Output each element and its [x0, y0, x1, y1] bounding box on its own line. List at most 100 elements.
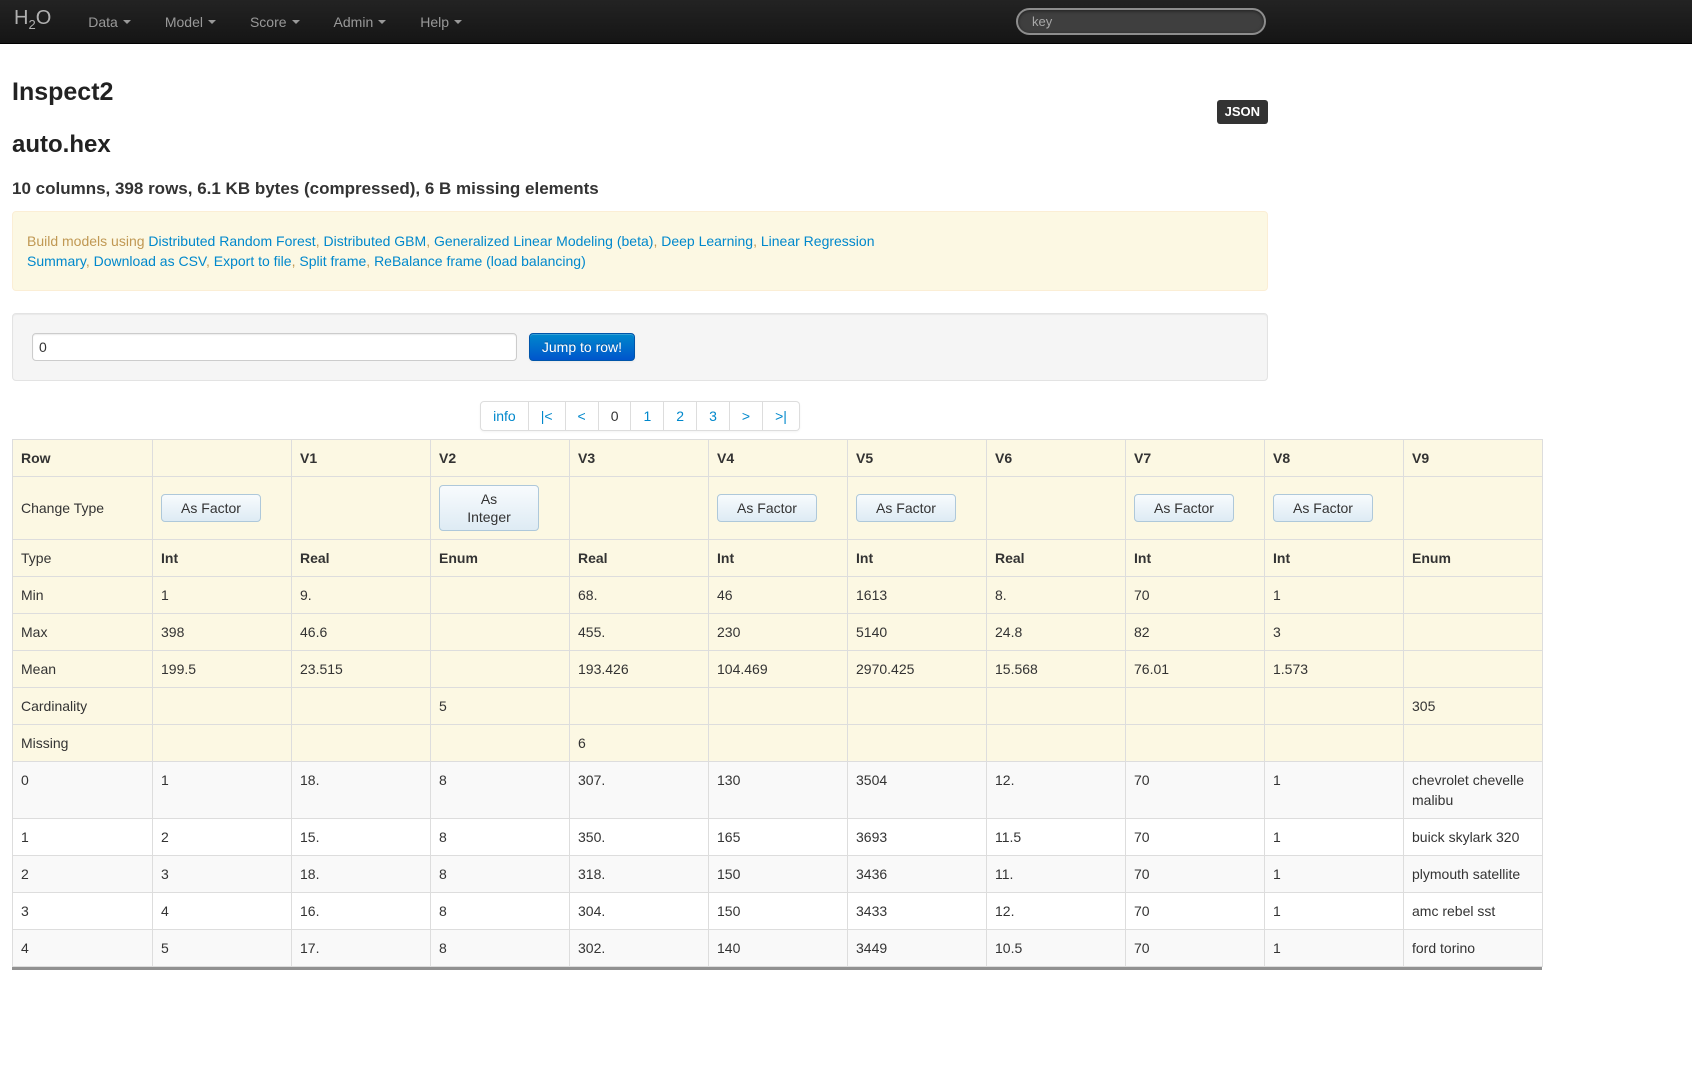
pagination-last[interactable]: >|: [763, 401, 800, 431]
stat-value: 46.6: [291, 613, 431, 651]
data-cell: 1: [1264, 855, 1404, 893]
column-header: V7: [1125, 439, 1265, 477]
stat-value: [1125, 724, 1265, 762]
top-navbar: H2O Data Model Score Admin Help: [0, 0, 1692, 44]
stat-row: Mean 199.5 23.515 193.426 104.469 2970.425 15.…: [12, 650, 1543, 688]
change-type-button[interactable]: As Factor: [856, 494, 956, 522]
frame-name: auto.hex: [12, 131, 111, 158]
row-index: 0: [12, 761, 153, 819]
stat-value: 9.: [291, 576, 431, 614]
pagination-item: <: [565, 401, 599, 431]
pagination-item: 2: [664, 401, 698, 431]
stat-value: 3: [1264, 613, 1404, 651]
build-model-link[interactable]: Generalized Linear Modeling (beta): [434, 233, 653, 249]
pagination-item: >|: [763, 401, 800, 431]
pagination-item: info: [480, 401, 529, 431]
change-type-button[interactable]: As Factor: [1134, 494, 1234, 522]
menu-item: Model: [148, 0, 233, 43]
data-cell: 1: [1264, 818, 1404, 856]
menu-item: Data: [71, 0, 148, 43]
menu-score[interactable]: Score: [233, 0, 317, 44]
stat-value: [1403, 576, 1543, 614]
build-model-link[interactable]: Distributed Random Forest: [148, 233, 315, 249]
stat-row: Missing 6: [12, 724, 1543, 762]
stat-value: 1613: [847, 576, 987, 614]
key-search-input[interactable]: [1016, 8, 1266, 35]
frame-action-link[interactable]: Download as CSV: [94, 253, 206, 269]
pagination-page-2[interactable]: 2: [664, 401, 698, 431]
change-type-cell: As Factor: [1264, 476, 1404, 540]
stat-label: Cardinality: [12, 687, 153, 725]
build-model-link[interactable]: Deep Learning: [661, 233, 753, 249]
frame-action-link[interactable]: Summary: [27, 253, 86, 269]
pagination-list: info |< <0 1 2 3 > >|: [480, 401, 800, 431]
pagination-item: |<: [528, 401, 566, 431]
frame-action-link[interactable]: Split frame: [299, 253, 366, 269]
jump-to-row-button[interactable]: Jump to row!: [528, 333, 636, 361]
frame-summary: 10 columns, 398 rows, 6.1 KB bytes (comp…: [12, 179, 599, 198]
pagination-page-0[interactable]: 0: [598, 401, 632, 431]
change-type-cell: As Integer: [430, 476, 570, 540]
data-cell: 4: [152, 892, 292, 930]
pagination-page-3[interactable]: 3: [697, 401, 730, 431]
change-type-button[interactable]: As Factor: [1273, 494, 1373, 522]
change-type-button[interactable]: As Factor: [717, 494, 817, 522]
stat-value: 1: [1264, 576, 1404, 614]
build-model-link[interactable]: Distributed GBM: [323, 233, 426, 249]
h2o-logo[interactable]: H2O: [14, 8, 51, 35]
table-row: 2 3 18. 8 318. 150 3436 11. 70 1 plymouth satellit…: [12, 855, 1543, 893]
stat-value: [708, 687, 848, 725]
caret-down-icon: [291, 20, 300, 24]
data-cell: 1: [1264, 892, 1404, 930]
build-model-link[interactable]: Linear Regression: [761, 233, 875, 249]
json-button[interactable]: JSON: [1216, 100, 1268, 124]
pagination-prev[interactable]: <: [565, 401, 599, 431]
stat-value: Real: [291, 539, 431, 577]
data-cell: 165: [708, 818, 848, 856]
pagination-page-1[interactable]: 1: [631, 401, 665, 431]
pagination-first[interactable]: |<: [528, 401, 566, 431]
column-header: V5: [847, 439, 987, 477]
stat-value: 455.: [569, 613, 709, 651]
stat-label: Max: [12, 613, 153, 651]
data-cell: 130: [708, 761, 848, 819]
data-cell: 8: [430, 892, 570, 930]
data-cell: ford torino: [1403, 929, 1543, 967]
data-cell: 140: [708, 929, 848, 967]
page-content: JSON Inspect2 auto.hex 10 columns, 398 r…: [12, 78, 1268, 431]
row-index: 2: [12, 855, 153, 893]
menu-data[interactable]: Data: [71, 0, 148, 44]
stat-value: [430, 724, 570, 762]
caret-down-icon: [122, 20, 131, 24]
data-cell: 12.: [986, 761, 1126, 819]
pagination-next[interactable]: >: [729, 401, 764, 431]
data-cell: 304.: [569, 892, 709, 930]
change-type-cell: As Factor: [152, 476, 292, 540]
data-cell: 10.5: [986, 929, 1126, 967]
table-row: 1 2 15. 8 350. 165 3693 11.5 70 1 buick skylark 32…: [12, 818, 1543, 856]
stat-value: [847, 687, 987, 725]
table-row: 4 5 17. 8 302. 140 3449 10.5 70 1 ford torino: [12, 929, 1543, 967]
stat-value: [152, 724, 292, 762]
row-number-input[interactable]: [32, 333, 517, 361]
menu-model[interactable]: Model: [148, 0, 233, 44]
stat-value: 82: [1125, 613, 1265, 651]
frame-action-link[interactable]: Export to file: [214, 253, 292, 269]
brand-subscript: 2: [28, 17, 36, 32]
pagination-info[interactable]: info: [480, 401, 529, 431]
column-header: [152, 439, 292, 477]
stat-label: Min: [12, 576, 153, 614]
menu-admin[interactable]: Admin: [317, 0, 404, 44]
change-type-button[interactable]: As Factor: [161, 494, 261, 522]
menu-help[interactable]: Help: [403, 0, 479, 44]
data-cell: 3436: [847, 855, 987, 893]
stat-value: Int: [1264, 539, 1404, 577]
stat-value: 199.5: [152, 650, 292, 688]
stat-value: 76.01: [1125, 650, 1265, 688]
stat-value: 8.: [986, 576, 1126, 614]
change-type-button[interactable]: As Integer: [439, 485, 539, 531]
data-cell: 18.: [291, 855, 431, 893]
stat-row: Max 398 46.6 455. 230 5140 24.8 82 3: [12, 613, 1543, 651]
row-index: 3: [12, 892, 153, 930]
frame-action-link[interactable]: ReBalance frame (load balancing): [374, 253, 586, 269]
